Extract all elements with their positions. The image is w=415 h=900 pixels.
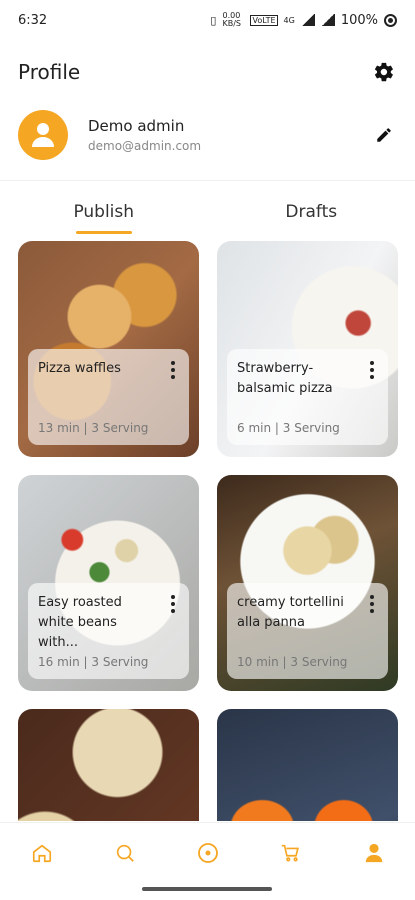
tab-publish[interactable]: Publish: [0, 190, 208, 234]
status-bar: 6:32 ▯ 0.00 KB/S VoLTE 4G 100%: [0, 0, 415, 40]
add-circle-icon[interactable]: [186, 831, 230, 875]
profile-icon[interactable]: [352, 831, 396, 875]
home-indicator[interactable]: [142, 887, 272, 891]
record-icon: [384, 13, 397, 27]
recipe-meta: 6 min | 3 Serving: [237, 421, 340, 435]
profile-text: Demo admin demo@admin.com: [88, 117, 201, 153]
recipe-meta: 13 min | 3 Serving: [38, 421, 149, 435]
home-icon[interactable]: [20, 831, 64, 875]
recipe-card[interactable]: Easy roasted white beans with... 16 min …: [18, 475, 199, 691]
recipe-photo: [217, 709, 398, 821]
tabs: Publish Drafts: [0, 190, 415, 234]
battery-percent: 100%: [340, 12, 378, 28]
recipe-name: creamy tortellini alla panna: [237, 595, 344, 630]
net-speed: 0.00 KB/S: [222, 11, 241, 28]
divider: [0, 180, 415, 181]
search-icon[interactable]: [103, 831, 147, 875]
more-vert-icon[interactable]: [362, 593, 382, 615]
signal-icon: [300, 14, 315, 26]
signal-icon-2: [320, 14, 335, 26]
avatar[interactable]: [18, 110, 68, 160]
more-vert-icon[interactable]: [163, 593, 183, 615]
more-vert-icon[interactable]: [362, 359, 382, 381]
profile-email: demo@admin.com: [88, 139, 202, 153]
recipe-card[interactable]: creamy tortellini alla panna 10 min | 3 …: [217, 475, 398, 691]
recipe-meta: 16 min | 3 Serving: [38, 655, 149, 669]
status-icons: ▯ 0.00 KB/S VoLTE 4G 100%: [210, 12, 397, 28]
recipe-photo: [18, 709, 199, 821]
recipe-name: Strawberry-balsamic pizza: [237, 361, 333, 396]
recipe-card[interactable]: [217, 709, 398, 821]
volte-icon: VoLTE: [250, 14, 278, 26]
recipe-info: Pizza waffles 13 min | 3 Serving: [28, 349, 189, 445]
vibrate-icon: ▯: [210, 13, 217, 27]
signal-label: 4G: [283, 15, 295, 25]
header: Profile: [0, 52, 415, 92]
recipe-info: Strawberry-balsamic pizza 6 min | 3 Serv…: [227, 349, 388, 445]
recipe-meta: 10 min | 3 Serving: [237, 655, 348, 669]
user-icon: [32, 123, 54, 147]
profile-row: Demo admin demo@admin.com: [0, 105, 415, 165]
recipe-card[interactable]: Strawberry-balsamic pizza 6 min | 3 Serv…: [217, 241, 398, 457]
recipe-card[interactable]: [18, 709, 199, 821]
recipe-card[interactable]: Pizza waffles 13 min | 3 Serving: [18, 241, 199, 457]
recipe-name: Pizza waffles: [38, 361, 121, 376]
recipe-info: creamy tortellini alla panna 10 min | 3 …: [227, 583, 388, 679]
recipe-name: Easy roasted white beans with...: [38, 595, 122, 650]
recipe-info: Easy roasted white beans with... 16 min …: [28, 583, 189, 679]
profile-name: Demo admin: [88, 117, 185, 135]
gear-icon[interactable]: [371, 59, 397, 85]
recipe-grid: Pizza waffles 13 min | 3 Serving Strawbe…: [18, 241, 398, 821]
bottom-nav: [0, 822, 415, 882]
page-title: Profile: [18, 60, 81, 84]
more-vert-icon[interactable]: [163, 359, 183, 381]
cart-icon[interactable]: [269, 831, 313, 875]
pencil-icon[interactable]: [371, 122, 397, 148]
status-time: 6:32: [18, 12, 48, 28]
tab-drafts[interactable]: Drafts: [208, 190, 415, 234]
